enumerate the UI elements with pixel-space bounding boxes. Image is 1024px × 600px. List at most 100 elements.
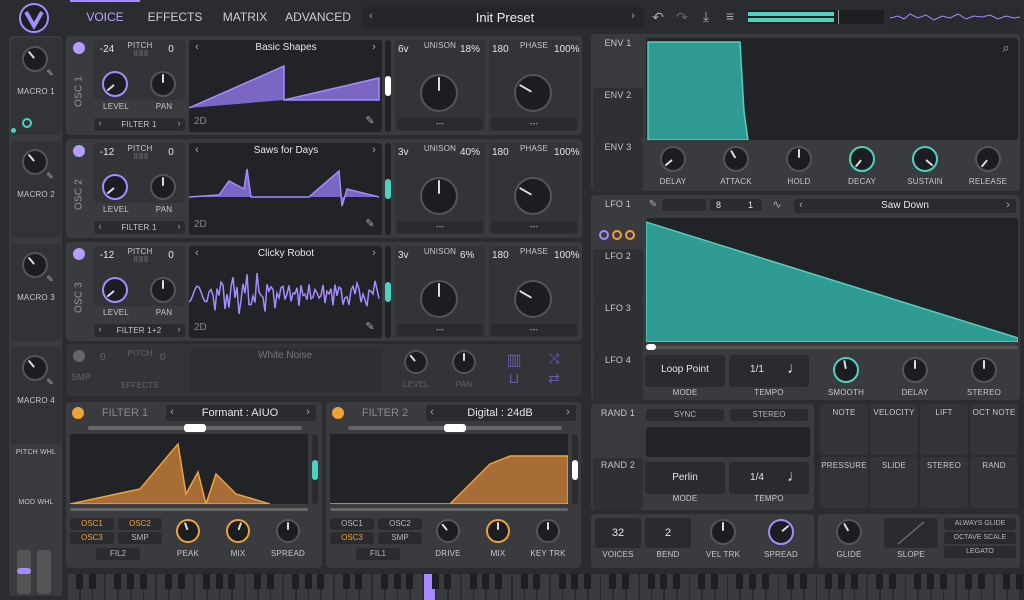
piano-black-key[interactable] (838, 574, 845, 589)
piano-black-key[interactable] (660, 574, 668, 589)
phase-knob[interactable] (514, 177, 552, 215)
rand-sync-button[interactable]: SYNC (646, 409, 724, 421)
type-prev-icon[interactable]: ‹ (428, 406, 436, 418)
piano-black-key[interactable] (266, 574, 274, 589)
undo-icon[interactable]: ↶ (650, 9, 666, 26)
piano-black-key[interactable] (380, 574, 388, 589)
wave-next-icon[interactable]: › (370, 41, 378, 53)
filter2-vertical-handle[interactable] (572, 460, 578, 480)
piano-black-key[interactable] (939, 574, 947, 589)
piano-black-key[interactable] (888, 574, 896, 589)
route-smp-button[interactable]: SMP (378, 532, 422, 544)
spread-knob[interactable] (768, 519, 794, 545)
phase-knob[interactable] (514, 280, 552, 318)
filter1-fil-button[interactable]: FIL2 (96, 548, 140, 560)
piano-black-key[interactable] (114, 574, 122, 589)
edit-macro-icon[interactable]: ✎ (45, 377, 55, 388)
edit-wave-icon[interactable]: ✎ (364, 114, 376, 127)
filter2-fil-button[interactable]: FIL1 (356, 548, 400, 560)
piano-black-key[interactable] (88, 574, 96, 589)
route-prev-icon[interactable]: ‹ (96, 221, 104, 231)
wave-frame-handle[interactable] (385, 282, 391, 302)
smp-level-knob[interactable] (404, 350, 428, 374)
osc-enable-toggle[interactable] (73, 145, 85, 157)
piano-black-key[interactable] (406, 574, 414, 589)
menu-icon[interactable]: ≡ (722, 8, 738, 24)
piano-black-key[interactable] (571, 574, 579, 589)
piano-black-key[interactable] (1015, 574, 1023, 589)
prev-preset-icon[interactable]: ‹ (366, 10, 376, 22)
piano-black-key[interactable] (533, 574, 541, 589)
wave-frame-handle[interactable] (385, 76, 391, 96)
bounce-icon[interactable]: ⇄ (542, 370, 566, 387)
piano-black-key[interactable] (317, 574, 325, 589)
piano-black-key[interactable] (584, 574, 591, 589)
piano-black-key[interactable] (355, 574, 363, 589)
filter1-spread-knob[interactable] (276, 519, 300, 543)
piano-black-key[interactable] (825, 574, 833, 589)
piano-black-key[interactable] (177, 574, 185, 589)
filter1-cutoff-slider[interactable] (70, 508, 308, 511)
rand-note-icon[interactable]: ♩ (786, 468, 804, 486)
keytrack-icon[interactable]: ▥ (502, 350, 526, 370)
edit-macro-icon[interactable]: ✎ (45, 68, 55, 79)
route-next-icon[interactable]: › (175, 118, 183, 128)
route-osc3-button[interactable]: OSC3 (330, 532, 374, 544)
type-next-icon[interactable]: › (564, 406, 572, 418)
pan-knob[interactable] (150, 277, 176, 303)
pan-knob[interactable] (150, 174, 176, 200)
phase-knob[interactable] (514, 74, 552, 112)
piano-black-key[interactable] (977, 574, 985, 589)
piano-black-key[interactable] (431, 574, 439, 589)
piano-black-key[interactable] (558, 574, 566, 589)
filter2-mix-knob[interactable] (486, 519, 510, 543)
unison-knob[interactable] (420, 280, 458, 318)
glide-option-octave-scale[interactable]: OCTAVE SCALE (944, 532, 1016, 544)
wave-prev-icon[interactable]: ‹ (193, 247, 201, 259)
route-osc2-button[interactable]: OSC2 (378, 518, 422, 530)
piano-black-key[interactable] (698, 574, 706, 589)
piano-black-key[interactable] (799, 574, 807, 589)
vel-trk-knob[interactable] (710, 519, 736, 545)
piano-black-key[interactable] (711, 574, 718, 589)
wave-frame-handle[interactable] (385, 179, 391, 199)
piano-black-key[interactable] (749, 574, 757, 589)
unison-knob[interactable] (420, 74, 458, 112)
route-next-icon[interactable]: › (175, 221, 183, 231)
filter1-mix-knob[interactable] (226, 519, 250, 543)
next-preset-icon[interactable]: › (628, 10, 638, 22)
lfo-stereo-knob[interactable] (971, 357, 997, 383)
lfo-edit-icon[interactable]: ✎ (647, 199, 659, 210)
route-osc1-button[interactable]: OSC1 (330, 518, 374, 530)
piano-black-key[interactable] (342, 574, 350, 589)
edit-wave-icon[interactable]: ✎ (364, 320, 376, 333)
piano-black-key[interactable] (482, 574, 490, 589)
filter2-blend-handle[interactable] (444, 424, 466, 432)
piano-black-key[interactable] (203, 574, 210, 589)
filter1-enable-toggle[interactable] (72, 407, 84, 419)
piano-black-key[interactable] (672, 574, 680, 589)
lfo-prev-icon[interactable]: ‹ (797, 199, 805, 211)
filter2-keytrk-knob[interactable] (536, 519, 560, 543)
piano-black-key[interactable] (761, 574, 769, 589)
lfo-next-icon[interactable]: › (1004, 199, 1012, 211)
filter1-blend-handle[interactable] (184, 424, 206, 432)
piano-black-key[interactable] (914, 574, 922, 589)
lfo-delay-knob[interactable] (902, 357, 928, 383)
loop-icon[interactable]: ⊔ (502, 370, 526, 387)
piano-black-key[interactable] (1003, 574, 1011, 589)
filter2-cutoff-slider[interactable] (330, 508, 568, 511)
piano-black-key[interactable] (215, 574, 223, 589)
piano-black-key[interactable] (291, 574, 299, 589)
piano-black-key[interactable] (393, 574, 401, 589)
save-icon[interactable]: ⤓ (698, 8, 714, 25)
type-next-icon[interactable]: › (304, 406, 312, 418)
redo-icon[interactable]: ↷ (674, 9, 690, 26)
route-osc2-button[interactable]: OSC2 (118, 518, 162, 530)
wave-prev-icon[interactable]: ‹ (193, 144, 201, 156)
piano-black-key[interactable] (520, 574, 528, 589)
glide-knob[interactable] (836, 519, 862, 545)
route-osc3-button[interactable]: OSC3 (70, 532, 114, 544)
lfo-smooth-knob[interactable] (833, 357, 859, 383)
route-next-icon[interactable]: › (175, 324, 183, 334)
